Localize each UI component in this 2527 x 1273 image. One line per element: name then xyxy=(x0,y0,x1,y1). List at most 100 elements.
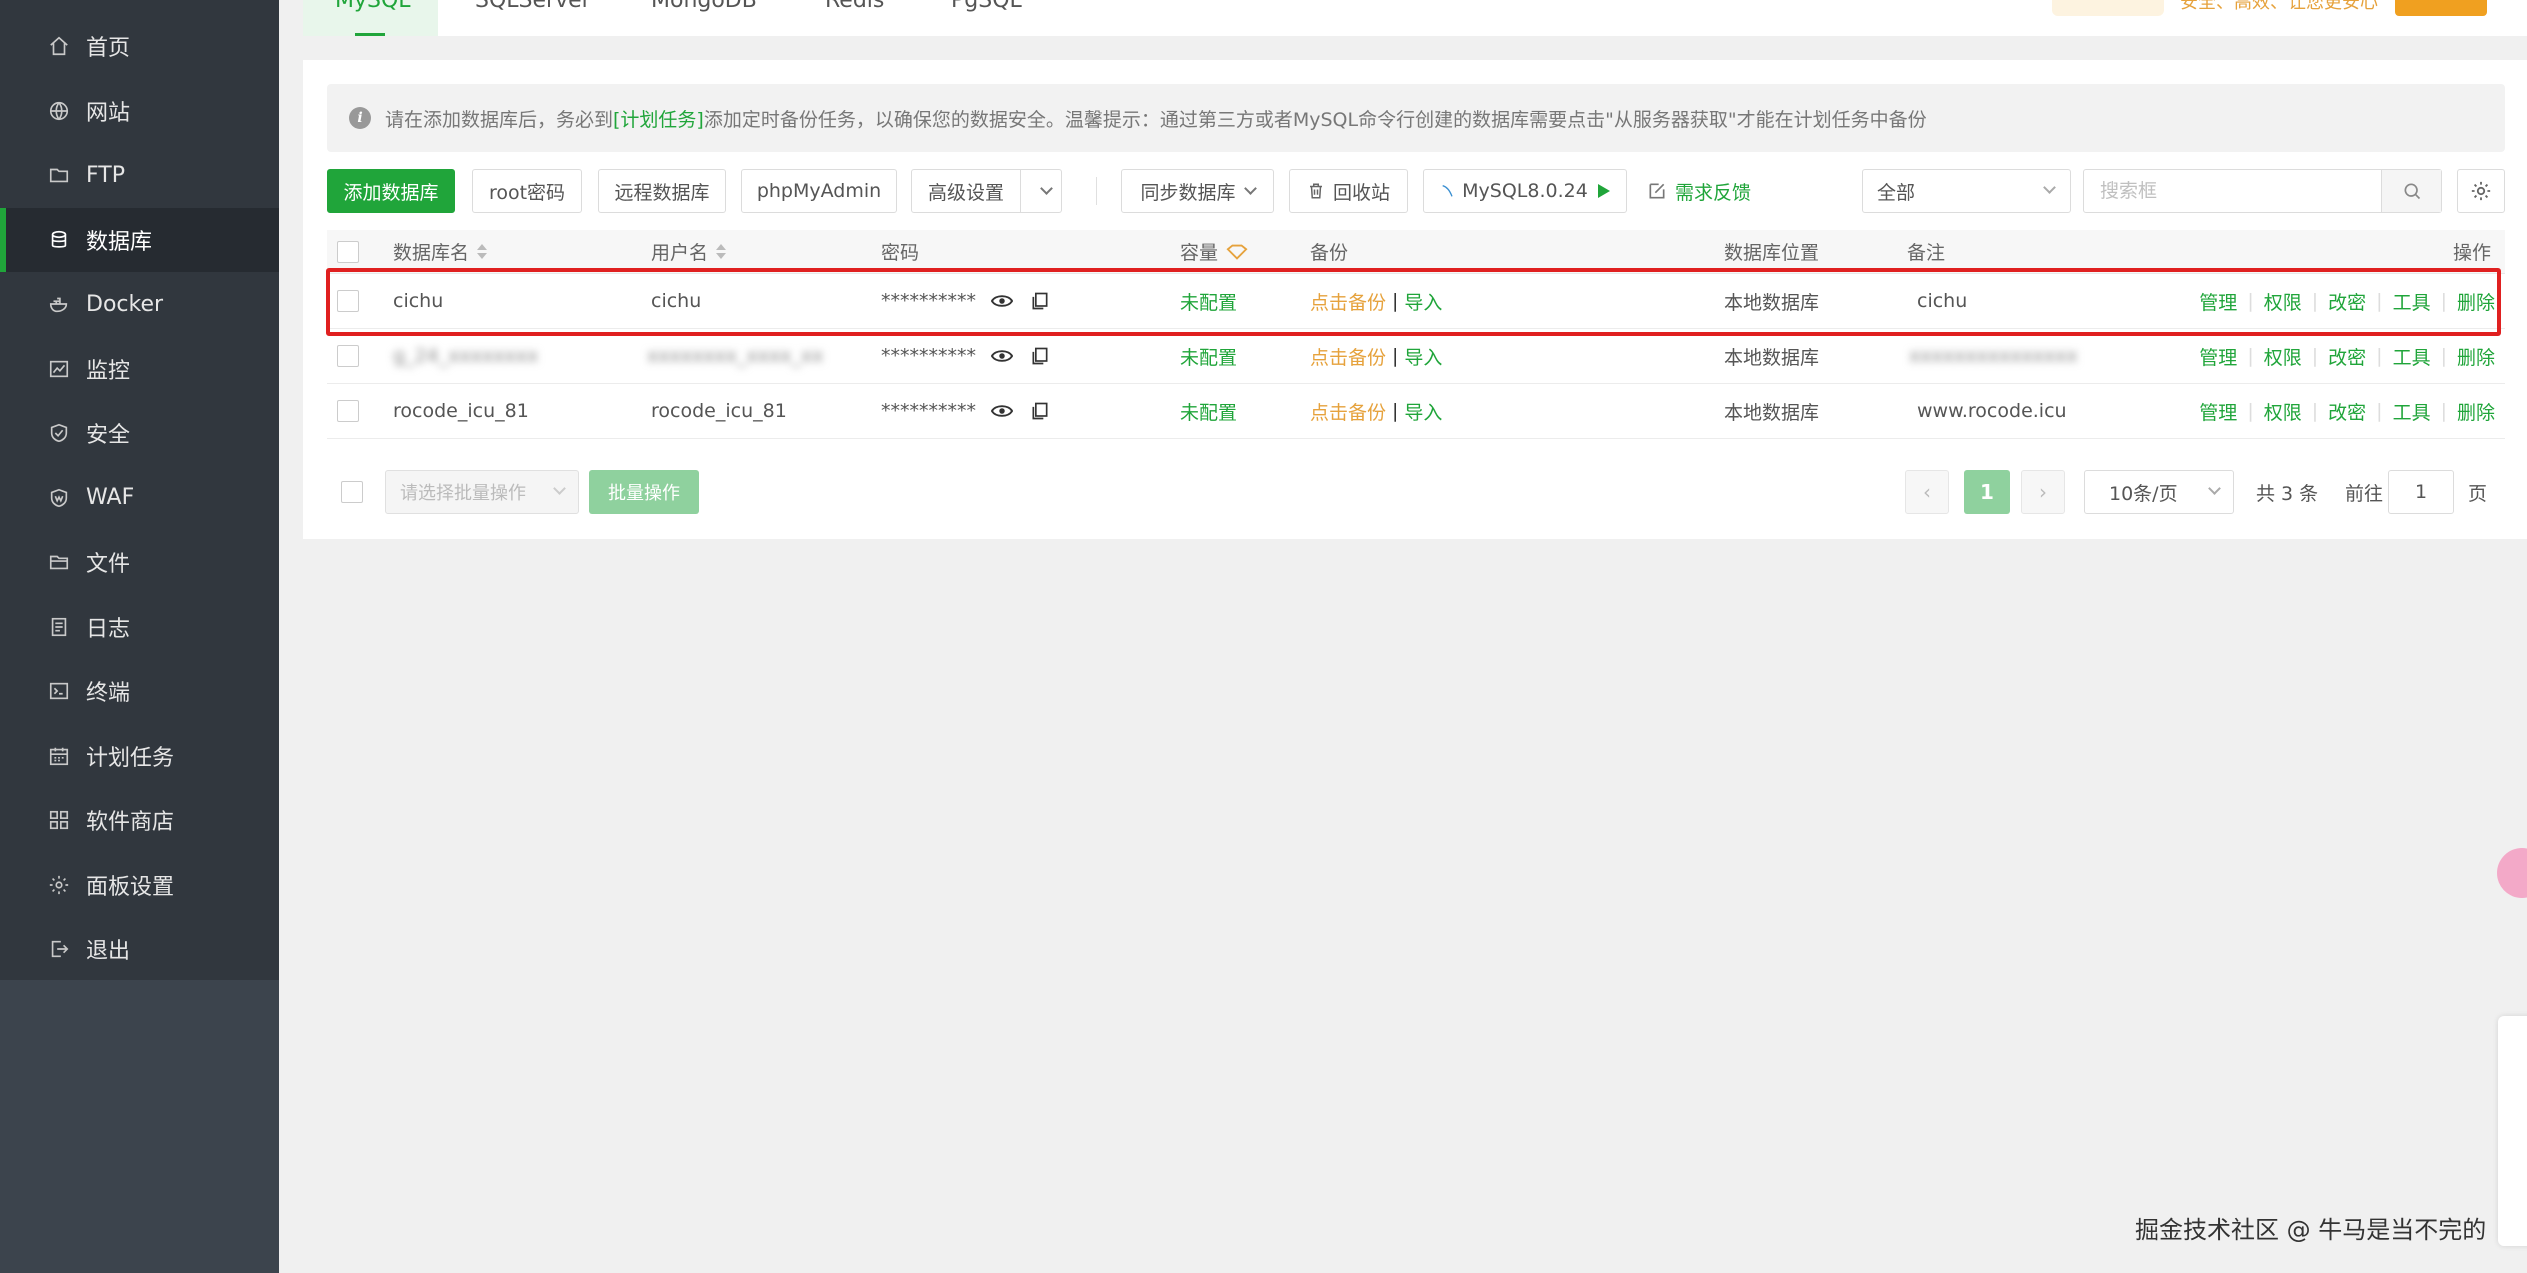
import-link[interactable]: 导入 xyxy=(1404,288,1442,315)
db-note[interactable]: xxxxxxxxxxxxxxx xyxy=(1909,329,2078,383)
copy-icon[interactable] xyxy=(1028,289,1052,313)
manage-link[interactable]: 管理 xyxy=(2199,288,2237,315)
column-header-user[interactable]: 用户名 xyxy=(651,230,727,273)
sidebar-item-terminal[interactable]: 终端 xyxy=(0,659,279,724)
permission-link[interactable]: 权限 xyxy=(2264,288,2302,315)
backup-link[interactable]: 点击备份 xyxy=(1310,343,1386,370)
edit-icon xyxy=(1649,183,1665,199)
column-header-name[interactable]: 数据库名 xyxy=(393,230,488,273)
batch-select-checkbox[interactable] xyxy=(341,481,363,503)
tab-redis[interactable]: Redis xyxy=(825,0,884,13)
monitor-icon xyxy=(48,358,70,380)
toolbar: 添加数据库 root密码 远程数据库 phpMyAdmin 高级设置 同步数据库… xyxy=(327,169,2505,213)
tab-mongodb[interactable]: MongoDB xyxy=(651,0,757,13)
db-capacity[interactable]: 未配置 xyxy=(1180,329,1237,383)
mysql-version-button[interactable]: MySQL8.0.24 xyxy=(1423,169,1627,213)
copy-icon[interactable] xyxy=(1028,344,1052,368)
advanced-settings-dropdown[interactable] xyxy=(1020,169,1062,213)
sidebar-item-settings[interactable]: 面板设置 xyxy=(0,853,279,918)
prev-page-button[interactable]: ‹ xyxy=(1905,470,1949,514)
table-row: cichu cichu ********** 未配置 点击备份 | 导入 本地数据库… xyxy=(327,274,2505,329)
page-number-current[interactable]: 1 xyxy=(1964,470,2010,514)
db-note[interactable]: www.rocode.icu xyxy=(1917,384,2067,438)
permission-link[interactable]: 权限 xyxy=(2264,343,2302,370)
goto-page-input[interactable] xyxy=(2388,470,2454,514)
chevron-left-icon: ‹ xyxy=(1923,480,1931,504)
import-link[interactable]: 导入 xyxy=(1404,343,1442,370)
batch-action-select[interactable]: 请选择批量操作 xyxy=(385,470,579,514)
advanced-settings-button[interactable]: 高级设置 xyxy=(911,169,1021,213)
sync-database-label: 同步数据库 xyxy=(1140,181,1236,204)
change-password-link[interactable]: 改密 xyxy=(2328,288,2366,315)
floating-service-panel[interactable] xyxy=(2498,1016,2527,1246)
copy-icon[interactable] xyxy=(1028,399,1052,423)
sidebar-item-logs[interactable]: 日志 xyxy=(0,595,279,660)
search-input[interactable] xyxy=(2084,170,2384,212)
db-location: 本地数据库 xyxy=(1724,291,1820,314)
permission-link[interactable]: 权限 xyxy=(2264,398,2302,425)
delete-link[interactable]: 删除 xyxy=(2457,343,2495,370)
tools-link[interactable]: 工具 xyxy=(2393,343,2431,370)
sidebar-item-label: 日志 xyxy=(86,616,131,642)
manage-link[interactable]: 管理 xyxy=(2199,398,2237,425)
sidebar-item-label: FTP xyxy=(86,162,125,188)
sidebar-item-docker[interactable]: Docker xyxy=(0,272,279,337)
filter-select[interactable]: 全部 xyxy=(1862,169,2071,213)
goto-label: 前往 xyxy=(2345,482,2384,505)
db-capacity[interactable]: 未配置 xyxy=(1180,384,1237,438)
row-checkbox[interactable] xyxy=(337,400,359,422)
tools-link[interactable]: 工具 xyxy=(2393,398,2431,425)
change-password-link[interactable]: 改密 xyxy=(2328,398,2366,425)
sidebar-item-waf[interactable]: WAF xyxy=(0,466,279,531)
sidebar-item-files[interactable]: 文件 xyxy=(0,530,279,595)
notice-suffix: 添加定时备份任务，以确保您的数据安全。温馨提示：通过第三方或者MySQL命令行创… xyxy=(703,108,1927,131)
tab-mysql[interactable]: MySQL xyxy=(335,0,411,13)
db-note[interactable]: cichu xyxy=(1917,274,1967,328)
db-capacity[interactable]: 未配置 xyxy=(1180,274,1237,328)
sidebar-item-ftp[interactable]: FTP xyxy=(0,143,279,208)
delete-link[interactable]: 删除 xyxy=(2457,398,2495,425)
eye-icon[interactable] xyxy=(990,289,1014,313)
batch-action-button[interactable]: 批量操作 xyxy=(589,470,699,514)
sidebar-item-database[interactable]: 数据库 xyxy=(0,207,279,272)
sort-icon xyxy=(477,244,488,259)
database-icon xyxy=(48,229,70,251)
table-settings-button[interactable] xyxy=(2457,169,2505,213)
page-size-select[interactable]: 10条/页 xyxy=(2084,470,2234,514)
sidebar-item-home[interactable]: 首页 xyxy=(0,14,279,79)
eye-icon[interactable] xyxy=(990,344,1014,368)
root-password-button[interactable]: root密码 xyxy=(472,169,582,213)
sidebar-item-appstore[interactable]: 软件商店 xyxy=(0,788,279,853)
manage-link[interactable]: 管理 xyxy=(2199,343,2237,370)
recycle-bin-button[interactable]: 回收站 xyxy=(1289,169,1408,213)
backup-link[interactable]: 点击备份 xyxy=(1310,288,1386,315)
import-link[interactable]: 导入 xyxy=(1404,398,1442,425)
search-button[interactable] xyxy=(2381,170,2441,212)
sidebar-item-monitor[interactable]: 监控 xyxy=(0,337,279,402)
row-checkbox[interactable] xyxy=(337,345,359,367)
delete-link[interactable]: 删除 xyxy=(2457,288,2495,315)
sidebar-item-security[interactable]: 安全 xyxy=(0,401,279,466)
sidebar-item-logout[interactable]: 退出 xyxy=(0,917,279,982)
column-header-actions: 操作 xyxy=(2452,242,2491,264)
remote-database-button[interactable]: 远程数据库 xyxy=(598,169,726,213)
sidebar-item-label: 面板设置 xyxy=(86,874,175,900)
sidebar-item-cron[interactable]: 计划任务 xyxy=(0,724,279,789)
row-checkbox[interactable] xyxy=(337,290,359,312)
sync-database-button[interactable]: 同步数据库 xyxy=(1121,169,1274,213)
floating-help-button[interactable] xyxy=(2497,848,2527,898)
cron-task-link[interactable]: [计划任务] xyxy=(613,105,704,132)
tab-sqlserver[interactable]: SQLServer xyxy=(475,0,591,13)
backup-link[interactable]: 点击备份 xyxy=(1310,398,1386,425)
change-password-link[interactable]: 改密 xyxy=(2328,343,2366,370)
feedback-link[interactable]: 需求反馈 xyxy=(1647,169,1751,213)
tools-link[interactable]: 工具 xyxy=(2393,288,2431,315)
select-all-checkbox[interactable] xyxy=(337,240,359,263)
next-page-button[interactable]: › xyxy=(2021,470,2065,514)
promo-button[interactable] xyxy=(2395,0,2487,16)
sidebar-item-website[interactable]: 网站 xyxy=(0,79,279,144)
eye-icon[interactable] xyxy=(990,399,1014,423)
tab-pgsql[interactable]: PgSQL xyxy=(951,0,1022,13)
add-database-button[interactable]: 添加数据库 xyxy=(327,169,455,213)
phpmyadmin-button[interactable]: phpMyAdmin xyxy=(741,169,897,213)
